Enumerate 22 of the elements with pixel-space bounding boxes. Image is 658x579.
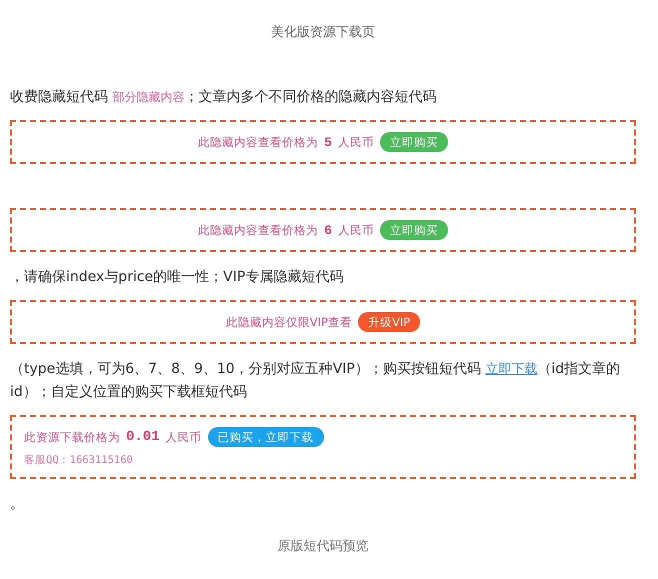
price-value: 0.01 (126, 429, 160, 445)
upgrade-button[interactable]: 升级VIP (358, 312, 420, 332)
contact-text: 客服QQ：1663115160 (24, 453, 133, 467)
price-value: 6 (324, 222, 332, 238)
download-button[interactable]: 已购买，立即下载 (208, 427, 324, 447)
paragraph: ，请确保index与price的唯一性；VIP专属隐藏短代码 (10, 268, 344, 287)
currency-text: 人民币 (166, 430, 202, 444)
page-title: 美化版资源下载页 (270, 24, 376, 42)
section-title: 原版短代码预览 (276, 538, 370, 555)
paragraph: （type选填，可为6、7、8、9、10，分别对应五种VIP）；购买按钮短代码 立即下载（id指文章的id）；自定义位置的购买下载框短代码 (10, 360, 622, 402)
currency-text: 人民币 (338, 222, 374, 238)
paragraph: 收费隐藏短代码 部分隐藏内容；文章内多个不同价格的隐藏内容短代码 (10, 88, 438, 107)
price-text: 此资源下载价格为 (24, 430, 120, 444)
price-text: 此隐藏内容仅限VIP查看 (226, 314, 352, 330)
price-value: 5 (324, 134, 332, 150)
price-text: 此隐藏内容查看价格为 (198, 134, 318, 150)
currency-text: 人民币 (338, 134, 374, 150)
buy-button[interactable]: 立即购买 (380, 220, 448, 240)
buy-button[interactable]: 立即购买 (380, 132, 448, 152)
download-link[interactable]: 立即下载 (485, 362, 538, 377)
paragraph: 。 (10, 495, 25, 514)
price-text: 此隐藏内容查看价格为 (198, 222, 318, 238)
